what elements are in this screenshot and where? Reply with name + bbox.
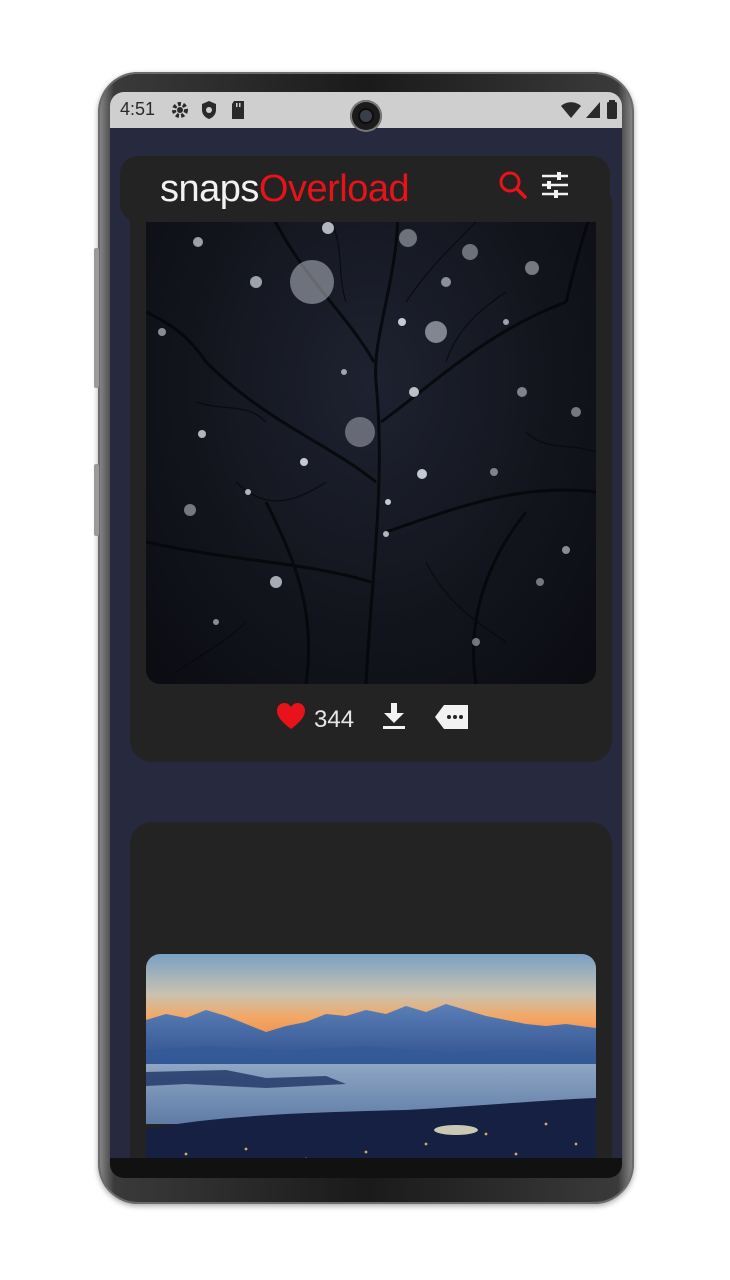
shield-icon — [202, 101, 216, 119]
like-count: 344 — [314, 706, 355, 733]
sd-card-icon — [232, 101, 244, 119]
signal-icon — [586, 102, 600, 118]
battery-icon — [607, 100, 617, 119]
post-card — [130, 822, 612, 1178]
heart-icon[interactable] — [276, 702, 306, 730]
snowy-night-trees-image — [146, 182, 596, 684]
gear-icon — [172, 102, 188, 118]
post-actions: 344 — [130, 692, 612, 748]
power-button — [94, 464, 99, 536]
search-icon[interactable] — [498, 170, 528, 200]
brand-text-overload: Overload — [258, 168, 410, 210]
app-logo: snapsOverload — [160, 166, 410, 212]
front-camera — [350, 100, 382, 132]
wifi-icon — [561, 102, 581, 118]
download-icon[interactable] — [382, 702, 406, 730]
screen: 4:51 344 snapsOverload — [110, 92, 622, 1178]
post-photo[interactable] — [146, 954, 596, 1178]
status-bar: 4:51 — [110, 92, 622, 132]
brand-text-snaps: snaps — [160, 168, 259, 210]
status-time: 4:51 — [120, 99, 156, 119]
app-header: snapsOverload — [120, 156, 610, 222]
bottom-bezel — [110, 1158, 622, 1178]
post-photo[interactable] — [146, 182, 596, 684]
mountain-fjord-dusk-image — [146, 954, 596, 1178]
filter-sliders-icon[interactable] — [540, 170, 570, 200]
phone-frame: 4:51 344 snapsOverload — [94, 72, 634, 1204]
volume-button — [94, 248, 99, 388]
more-tag-icon[interactable] — [434, 704, 470, 730]
post-card: 344 — [130, 182, 612, 762]
